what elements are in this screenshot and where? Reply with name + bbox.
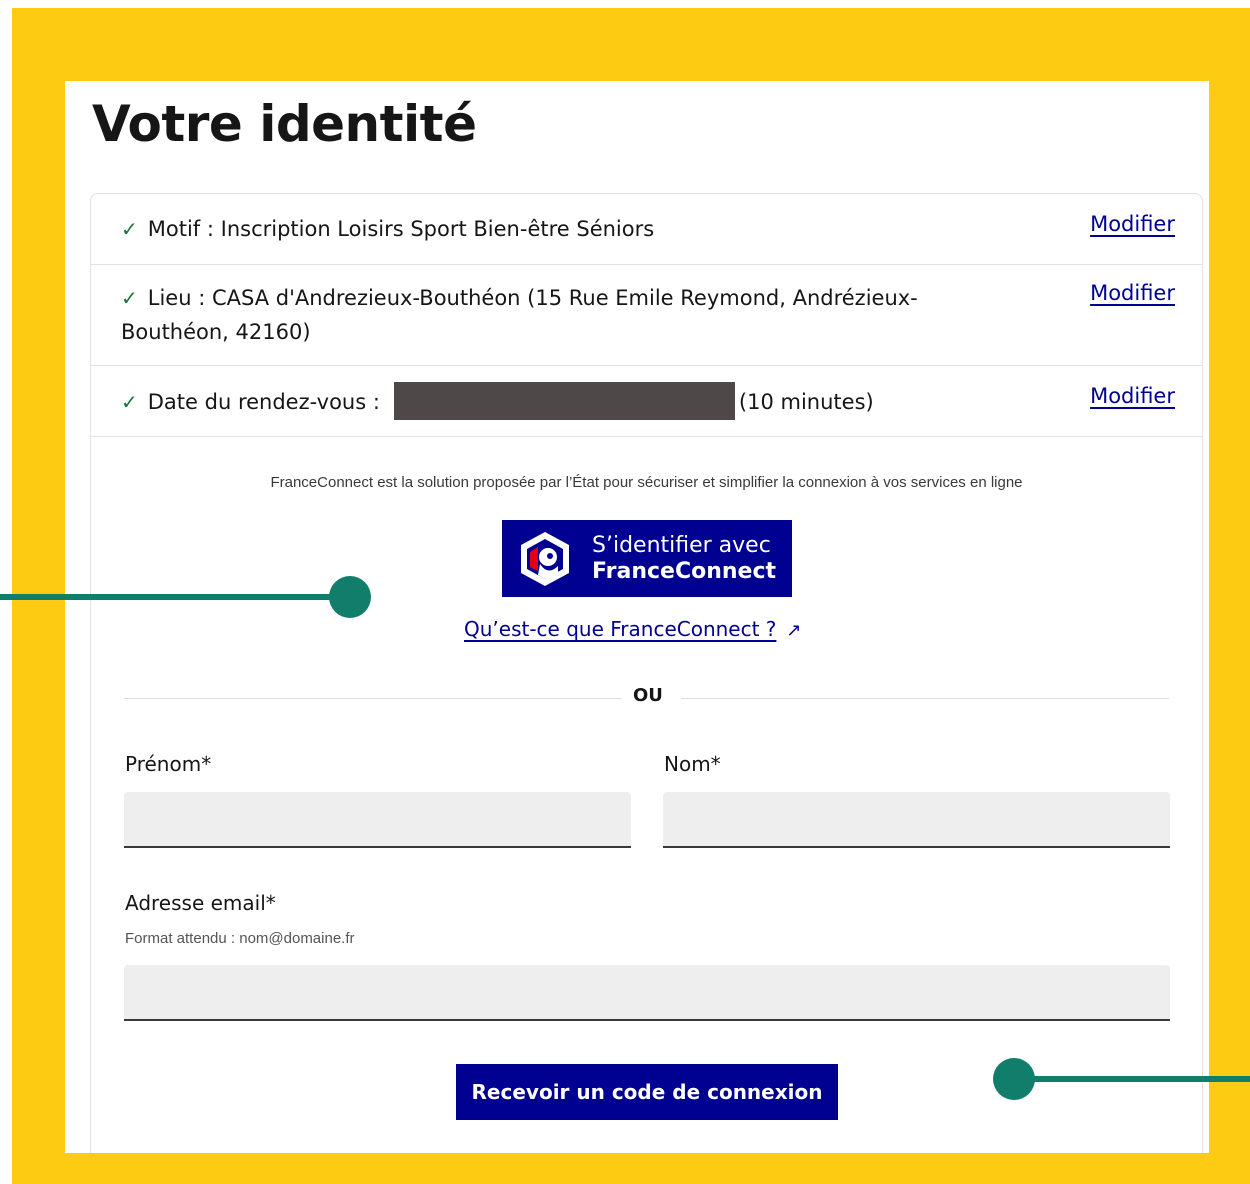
- annotation-line-left: [0, 594, 340, 600]
- annotation-line-right: [1024, 1076, 1250, 1082]
- first-name-input[interactable]: [124, 792, 631, 848]
- separator-line-right: [681, 698, 1169, 699]
- modify-lieu-link[interactable]: Modifier: [1090, 281, 1175, 305]
- recap-date-duration: (10 minutes): [738, 390, 874, 414]
- check-icon: ✓: [121, 286, 138, 310]
- last-name-input[interactable]: [663, 792, 1170, 848]
- annotation-dot-left: [329, 576, 371, 618]
- recap-motif-label: Motif : Inscription Loisirs Sport Bien-ê…: [147, 217, 655, 241]
- separator-line-left: [124, 698, 622, 699]
- email-hint: Format attendu : nom@domaine.fr: [125, 930, 355, 947]
- modify-date-link[interactable]: Modifier: [1090, 384, 1175, 408]
- highlight-frame-top: [12, 8, 1250, 81]
- highlight-frame-bottom: [12, 1153, 1250, 1184]
- marianne-logo-icon: [521, 531, 569, 586]
- franceconnect-button-line1: S’identifier avec: [592, 532, 771, 558]
- recap-lieu-label: Lieu : CASA d'Andrezieux-Bouthéon (15 Ru…: [121, 286, 918, 344]
- check-icon: ✓: [121, 217, 138, 241]
- page-title: Votre identité: [92, 95, 477, 153]
- annotation-dot-right: [993, 1058, 1035, 1100]
- external-link-icon: ↗: [786, 620, 802, 641]
- recap-date-label: Date du rendez-vous :: [147, 390, 380, 414]
- modify-motif-link[interactable]: Modifier: [1090, 212, 1175, 236]
- first-name-label: Prénom*: [125, 752, 212, 776]
- last-name-label: Nom*: [664, 752, 721, 776]
- highlight-frame-right: [1209, 8, 1250, 1184]
- email-input[interactable]: [124, 965, 1170, 1021]
- recap-row-motif: ✓ Motif : Inscription Loisirs Sport Bien-…: [91, 194, 1202, 265]
- franceconnect-button[interactable]: S’identifier avec FranceConnect: [502, 520, 792, 597]
- separator-ou: OU: [633, 685, 663, 706]
- recap-row-date: ✓ Date du rendez-vous : (10 minutes) Modif…: [91, 366, 1202, 437]
- what-is-franceconnect-link[interactable]: Qu’est-ce que FranceConnect ? ↗: [464, 617, 802, 641]
- redacted-date-block: [393, 382, 735, 420]
- email-label: Adresse email*: [125, 891, 276, 915]
- check-icon: ✓: [121, 390, 138, 414]
- receive-code-button[interactable]: Recevoir un code de connexion: [456, 1064, 838, 1120]
- franceconnect-button-line2: FranceConnect: [592, 558, 777, 584]
- identity-card: ✓ Motif : Inscription Loisirs Sport Bien-…: [90, 193, 1203, 1153]
- franceconnect-intro: FranceConnect est la solution proposée p…: [270, 474, 1023, 491]
- main-content: Votre identité ✓ Motif : Inscription Lois…: [65, 81, 1209, 1153]
- recap-row-lieu: ✓ Lieu : CASA d'Andrezieux-Bouthéon (15 R…: [91, 265, 1202, 366]
- what-is-franceconnect-text: Qu’est-ce que FranceConnect ?: [464, 617, 777, 641]
